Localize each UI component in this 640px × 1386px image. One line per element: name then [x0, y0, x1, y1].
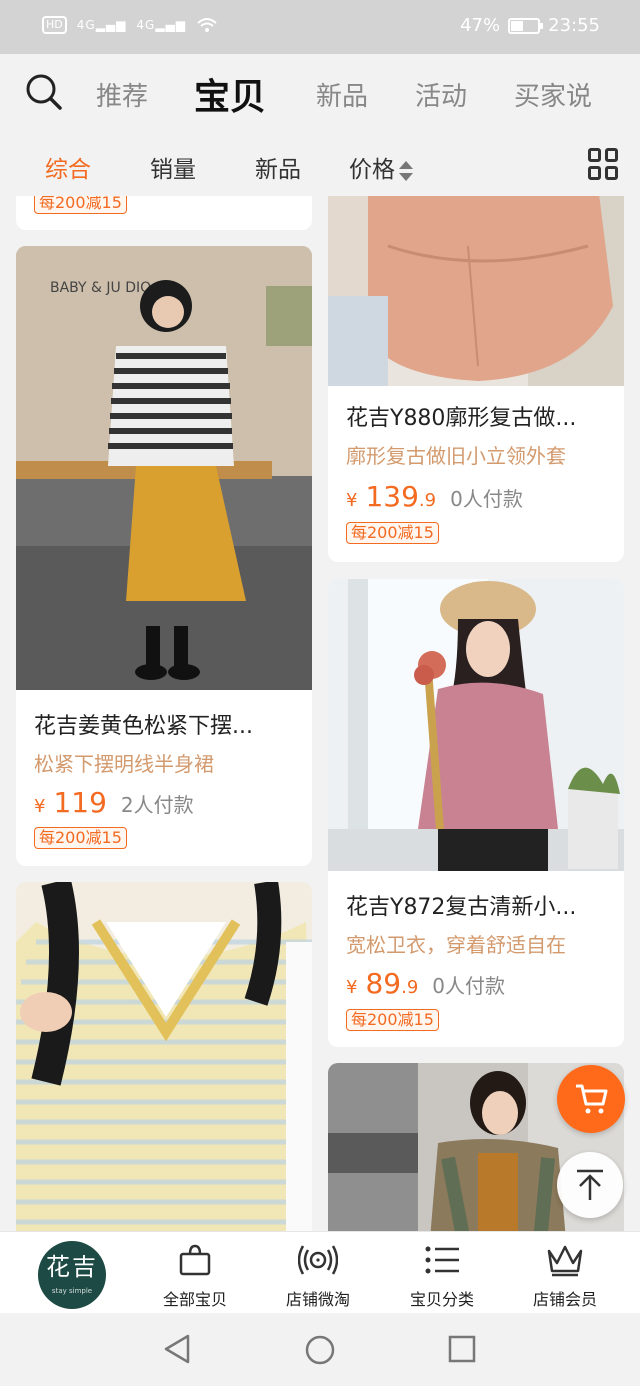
price-integer: 119: [53, 786, 107, 819]
price-row: ¥119 2人付款: [34, 786, 194, 819]
status-bar: HD 4G▂▄▆ 4G▂▄▆ 47% 23:55: [0, 0, 640, 54]
sold-count: 0人付款: [450, 487, 523, 511]
filter-sales[interactable]: 销量: [150, 150, 196, 184]
battery-icon: [508, 17, 544, 34]
shop-bottom-bar: 花吉 stay simple 全部宝贝 店铺微淘 宝贝分类 店铺会员: [0, 1231, 640, 1313]
nav-shop-feed-label: 店铺微淘: [285, 1290, 350, 1309]
coupon-badge: 每200减15: [346, 1009, 439, 1031]
product-image: [328, 196, 624, 386]
product-subtitle: 廓形复古做旧小立领外套: [346, 444, 566, 468]
tab-activity[interactable]: 活动: [415, 76, 467, 113]
price-row: ¥89.9 0人付款: [346, 967, 505, 1000]
product-card[interactable]: 花吉Y880廓形复古做... 廓形复古做旧小立领外套 ¥139.9 0人付款 每…: [328, 196, 624, 562]
currency-symbol: ¥: [34, 796, 46, 817]
grid-view-icon[interactable]: [588, 148, 620, 180]
crown-icon: [547, 1245, 583, 1277]
broadcast-icon: [298, 1245, 338, 1275]
sold-count: 2人付款: [120, 793, 194, 817]
product-image: [328, 579, 624, 871]
price-integer: 89: [365, 967, 402, 1000]
cart-button[interactable]: [557, 1065, 625, 1133]
price-row: ¥139.9 0人付款: [346, 480, 523, 513]
image-sign-text: BABY & JU DIO: [50, 280, 151, 296]
nav-all-products[interactable]: 全部宝贝: [140, 1240, 250, 1310]
signal-icon: 4G▂▄▆: [76, 18, 127, 32]
tab-reviews[interactable]: 买家说: [514, 76, 592, 113]
product-subtitle: 松紧下摆明线半身裙: [34, 752, 214, 776]
filter-overall[interactable]: 综合: [45, 150, 91, 184]
tab-recommend[interactable]: 推荐: [96, 76, 148, 113]
product-subtitle: 宽松卫衣，穿着舒适自在: [346, 933, 566, 957]
price-integer: 139: [365, 480, 419, 513]
nav-categories[interactable]: 宝贝分类: [387, 1240, 497, 1310]
product-title: 花吉姜黄色松紧下摆...: [34, 714, 253, 739]
shop-logo[interactable]: 花吉 stay simple: [38, 1241, 106, 1309]
tab-products[interactable]: 宝贝: [194, 68, 266, 120]
system-navigation-bar: [0, 1313, 640, 1386]
signal-label-1: 4G: [76, 18, 96, 32]
sold-count: 0人付款: [432, 974, 506, 998]
nav-categories-label: 宝贝分类: [409, 1290, 474, 1309]
coupon-badge: 每200减15: [34, 196, 127, 214]
product-card[interactable]: [16, 882, 312, 1231]
product-grid: 每200减15 花吉Y880廓形复古做... 廓形复古做旧小立领外套 ¥139.…: [0, 196, 640, 1231]
price-decimal: .9: [418, 490, 437, 511]
tab-new[interactable]: 新品: [316, 76, 368, 113]
coupon-badge: 每200减15: [34, 827, 127, 849]
bag-icon: [179, 1244, 211, 1276]
sort-icon: [399, 159, 413, 183]
nav-membership[interactable]: 店铺会员: [510, 1240, 620, 1310]
shop-logo-subtext: stay simple: [51, 1287, 93, 1295]
list-icon: [425, 1246, 459, 1274]
filter-price-label: 价格: [349, 157, 395, 183]
battery-percent: 47%: [460, 15, 501, 36]
nav-shop-feed[interactable]: 店铺微淘: [263, 1240, 373, 1310]
currency-symbol: ¥: [346, 977, 358, 998]
product-title: 花吉Y872复古清新小...: [346, 895, 577, 920]
signal-icon-2: 4G▂▄▆: [136, 18, 186, 32]
back-to-top-icon: [577, 1169, 603, 1200]
nav-membership-label: 店铺会员: [532, 1290, 597, 1309]
recent-icon[interactable]: [448, 1335, 476, 1363]
filter-bar: 综合 销量 新品 价格: [0, 134, 640, 196]
cart-icon: [576, 1084, 608, 1114]
product-card[interactable]: 花吉Y872复古清新小... 宽松卫衣，穿着舒适自在 ¥89.9 0人付款 每2…: [328, 579, 624, 1047]
filter-new[interactable]: 新品: [255, 150, 301, 184]
product-card[interactable]: 每200减15: [16, 196, 312, 230]
product-image: [16, 882, 312, 1231]
filter-price[interactable]: 价格: [349, 150, 413, 184]
coupon-badge: 每200减15: [346, 522, 439, 544]
nav-all-products-label: 全部宝贝: [162, 1290, 227, 1309]
hd-indicator: HD: [42, 16, 67, 34]
back-to-top-button[interactable]: [557, 1152, 623, 1218]
shop-logo-text: 花吉: [46, 1253, 98, 1281]
price-decimal: .9: [401, 977, 419, 998]
currency-symbol: ¥: [346, 490, 358, 511]
product-card[interactable]: BABY & JU DIO 花吉姜黄色松紧下摆... 松紧下摆明线半身裙 ¥11…: [16, 246, 312, 866]
top-nav: 推荐 宝贝 新品 活动 买家说: [0, 54, 640, 134]
search-icon[interactable]: [24, 72, 64, 112]
back-icon[interactable]: [162, 1333, 192, 1365]
wifi-icon: [197, 18, 217, 32]
product-image: BABY & JU DIO: [16, 246, 312, 690]
home-icon[interactable]: [304, 1334, 336, 1366]
product-title: 花吉Y880廓形复古做...: [346, 406, 577, 431]
clock: 23:55: [548, 15, 600, 36]
signal-label-2: 4G: [136, 18, 156, 32]
